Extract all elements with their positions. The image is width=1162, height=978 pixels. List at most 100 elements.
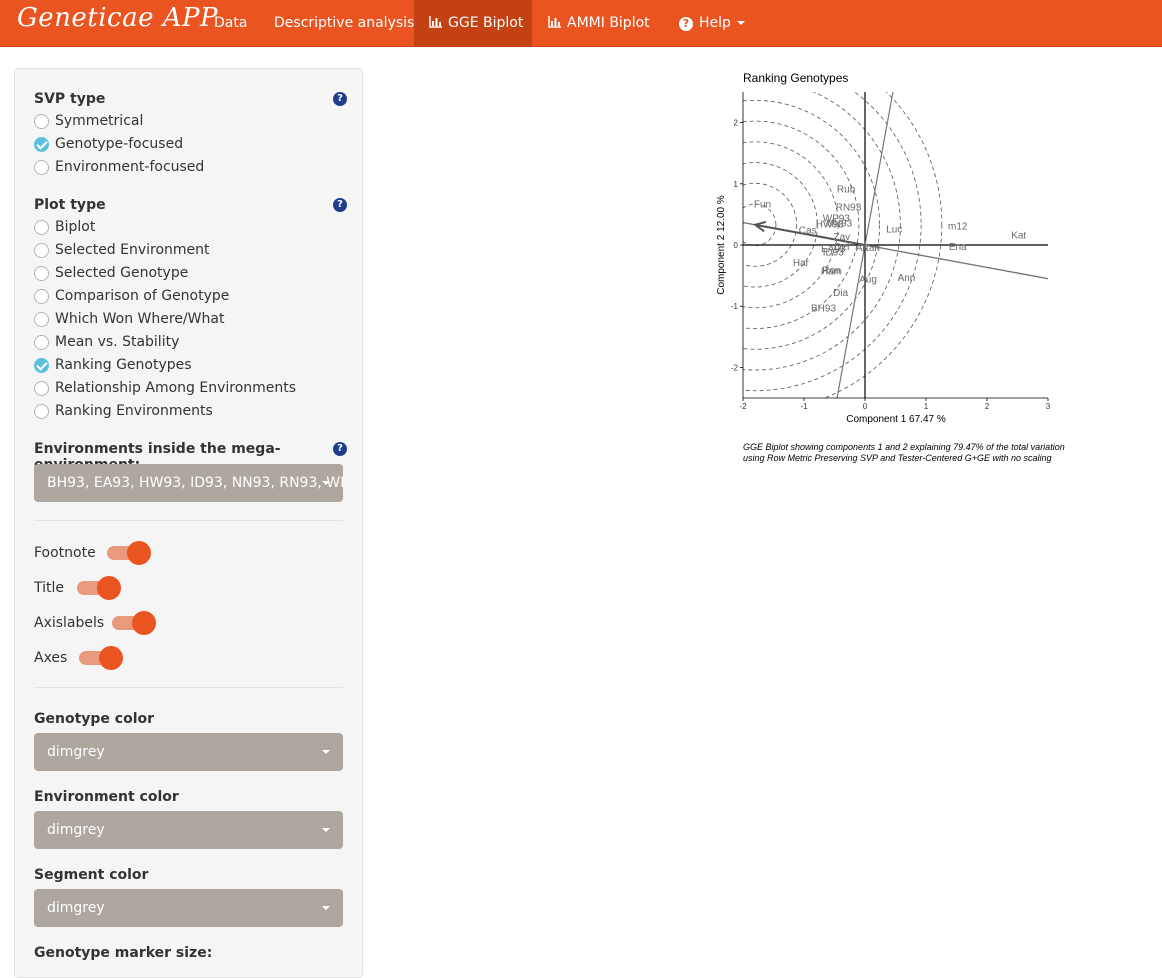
footnote-line-2: using Row Metric Preserving SVP and Test… (743, 453, 1052, 463)
genotype-label: Del (834, 242, 849, 253)
radio-button[interactable] (34, 113, 49, 129)
radio-button[interactable] (34, 242, 49, 258)
genotype-marker-size-label: Genotype marker size: (34, 945, 213, 961)
help-icon[interactable]: ? (333, 442, 347, 456)
chevron-down-icon (322, 828, 330, 832)
tab-ammi-biplot[interactable]: AMMI Biplot (533, 0, 665, 47)
chart-axes: -2 -1 0 1 2 3 -2 -1 0 1 2 (731, 92, 1051, 411)
svp-type-label: SVP type (34, 91, 106, 107)
tab-descriptive-analysis[interactable]: Descriptive analysis (259, 0, 429, 47)
genotype-label: Kat (1011, 231, 1026, 242)
x-axis-label: Component 1 67.47 % (846, 414, 946, 425)
axes-switch[interactable] (79, 646, 123, 670)
bar-chart-icon (429, 16, 442, 28)
divider (34, 520, 343, 521)
radio-button[interactable] (34, 334, 49, 350)
radio-button[interactable] (34, 219, 49, 235)
genotype-label: Aug (859, 275, 877, 286)
segment-color-label: Segment color (34, 867, 149, 883)
radio-ranking-environments[interactable]: Ranking Environments (34, 401, 213, 421)
y-axis-label: Component 2 12.00 % (716, 195, 727, 295)
environment-color-select[interactable]: dimgrey (34, 811, 343, 849)
radio-button[interactable] (34, 311, 49, 327)
radio-relationship-among-environments[interactable]: Relationship Among Environments (34, 378, 296, 398)
genotype-label: Dia (833, 288, 848, 299)
radio-button[interactable] (34, 159, 49, 175)
radio-biplot[interactable]: Biplot (34, 217, 95, 237)
radio-which-won-where[interactable]: Which Won Where/What (34, 309, 224, 329)
help-icon[interactable]: ? (333, 92, 347, 106)
radio-label: Relationship Among Environments (55, 380, 297, 396)
radio-button[interactable] (34, 403, 49, 419)
radio-selected-genotype[interactable]: Selected Genotype (34, 263, 188, 283)
x-tick-label: 3 (1046, 402, 1051, 411)
radio-label: Genotype-focused (55, 136, 184, 152)
radio-label: Biplot (55, 219, 96, 235)
chevron-down-icon (736, 21, 745, 25)
footnote-switch[interactable] (107, 541, 151, 565)
select-value: dimgrey (47, 900, 105, 916)
navbar: Geneticae APP Data Descriptive analysis … (0, 0, 1162, 47)
mega-environment-select[interactable]: BH93, EA93, HW93, ID93, NN93, RN93, WP93 (34, 464, 343, 502)
genotype-label: Ena (949, 242, 967, 253)
genotype-label: BH93 (811, 303, 836, 314)
radio-genotype-focused[interactable]: Genotype-focused (34, 134, 183, 154)
radio-symmetrical[interactable]: Symmetrical (34, 111, 143, 131)
axislabels-switch[interactable] (112, 611, 156, 635)
radio-label: Environment-focused (55, 159, 205, 175)
chart-panel: FunCasHW93WP93NN93RubRN93ZavEA93ID93Del A… (743, 92, 1048, 398)
radio-ranking-genotypes[interactable]: Ranking Genotypes (34, 355, 192, 375)
footnote-label: Footnote (34, 545, 96, 561)
environment-color-label: Environment color (34, 789, 179, 805)
title-switch[interactable] (77, 576, 121, 600)
radio-button[interactable] (34, 288, 49, 304)
switch-knob (97, 576, 121, 600)
y-tick-label: -1 (731, 302, 739, 311)
switch-knob (99, 646, 123, 670)
radio-comparison-of-genotype[interactable]: Comparison of Genotype (34, 286, 229, 306)
genotype-color-select[interactable]: dimgrey (34, 733, 343, 771)
radio-mean-vs-stability[interactable]: Mean vs. Stability (34, 332, 179, 352)
radio-button[interactable] (34, 265, 49, 281)
switch-knob (132, 611, 156, 635)
tab-gge-biplot[interactable]: GGE Biplot (414, 0, 532, 47)
radio-button[interactable] (34, 357, 49, 373)
help-menu[interactable]: ? Help (664, 0, 760, 47)
genotype-label: RN93 (836, 202, 862, 213)
help-icon[interactable]: ? (333, 198, 347, 212)
genotype-label: Ann (898, 273, 916, 284)
radio-label: Comparison of Genotype (55, 288, 230, 304)
radio-button[interactable] (34, 380, 49, 396)
chart-title: Ranking Genotypes (743, 71, 848, 85)
radio-button[interactable] (34, 136, 49, 152)
divider (34, 687, 343, 688)
x-tick-label: -1 (800, 402, 808, 411)
genotype-label: Har (793, 258, 810, 269)
footnote-line-1: GGE Biplot showing components 1 and 2 ex… (743, 442, 1065, 452)
y-tick-label: -2 (731, 363, 739, 372)
radio-environment-focused[interactable]: Environment-focused (34, 157, 204, 177)
axislabels-label: Axislabels (34, 615, 105, 631)
radio-label: Mean vs. Stability (55, 334, 180, 350)
radio-label: Ranking Genotypes (55, 357, 192, 373)
radio-selected-environment[interactable]: Selected Environment (34, 240, 210, 260)
switch-knob (127, 541, 151, 565)
genotype-label: Ron (822, 265, 840, 276)
bar-chart-icon (548, 16, 561, 28)
gge-biplot-chart: Ranking Genotypes FunCasHW93WP93NN93RubR… (716, 71, 1065, 463)
radio-label: Selected Genotype (55, 265, 189, 281)
y-tick-label: 1 (734, 180, 739, 189)
genotype-label: Rub (837, 185, 856, 196)
select-value: dimgrey (47, 822, 105, 838)
tab-data[interactable]: Data (199, 0, 262, 47)
plot-type-label: Plot type (34, 197, 106, 213)
genotype-label: Cas (799, 226, 817, 237)
genotype-label: NN93 (827, 218, 853, 229)
genotype-label: Zav (833, 232, 850, 243)
app-brand[interactable]: Geneticae APP (17, 3, 218, 33)
select-value: dimgrey (47, 744, 105, 760)
x-tick-label: -2 (739, 402, 747, 411)
radio-label: Symmetrical (55, 113, 144, 129)
segment-color-select[interactable]: dimgrey (34, 889, 343, 927)
axes-label: Axes (34, 650, 68, 666)
